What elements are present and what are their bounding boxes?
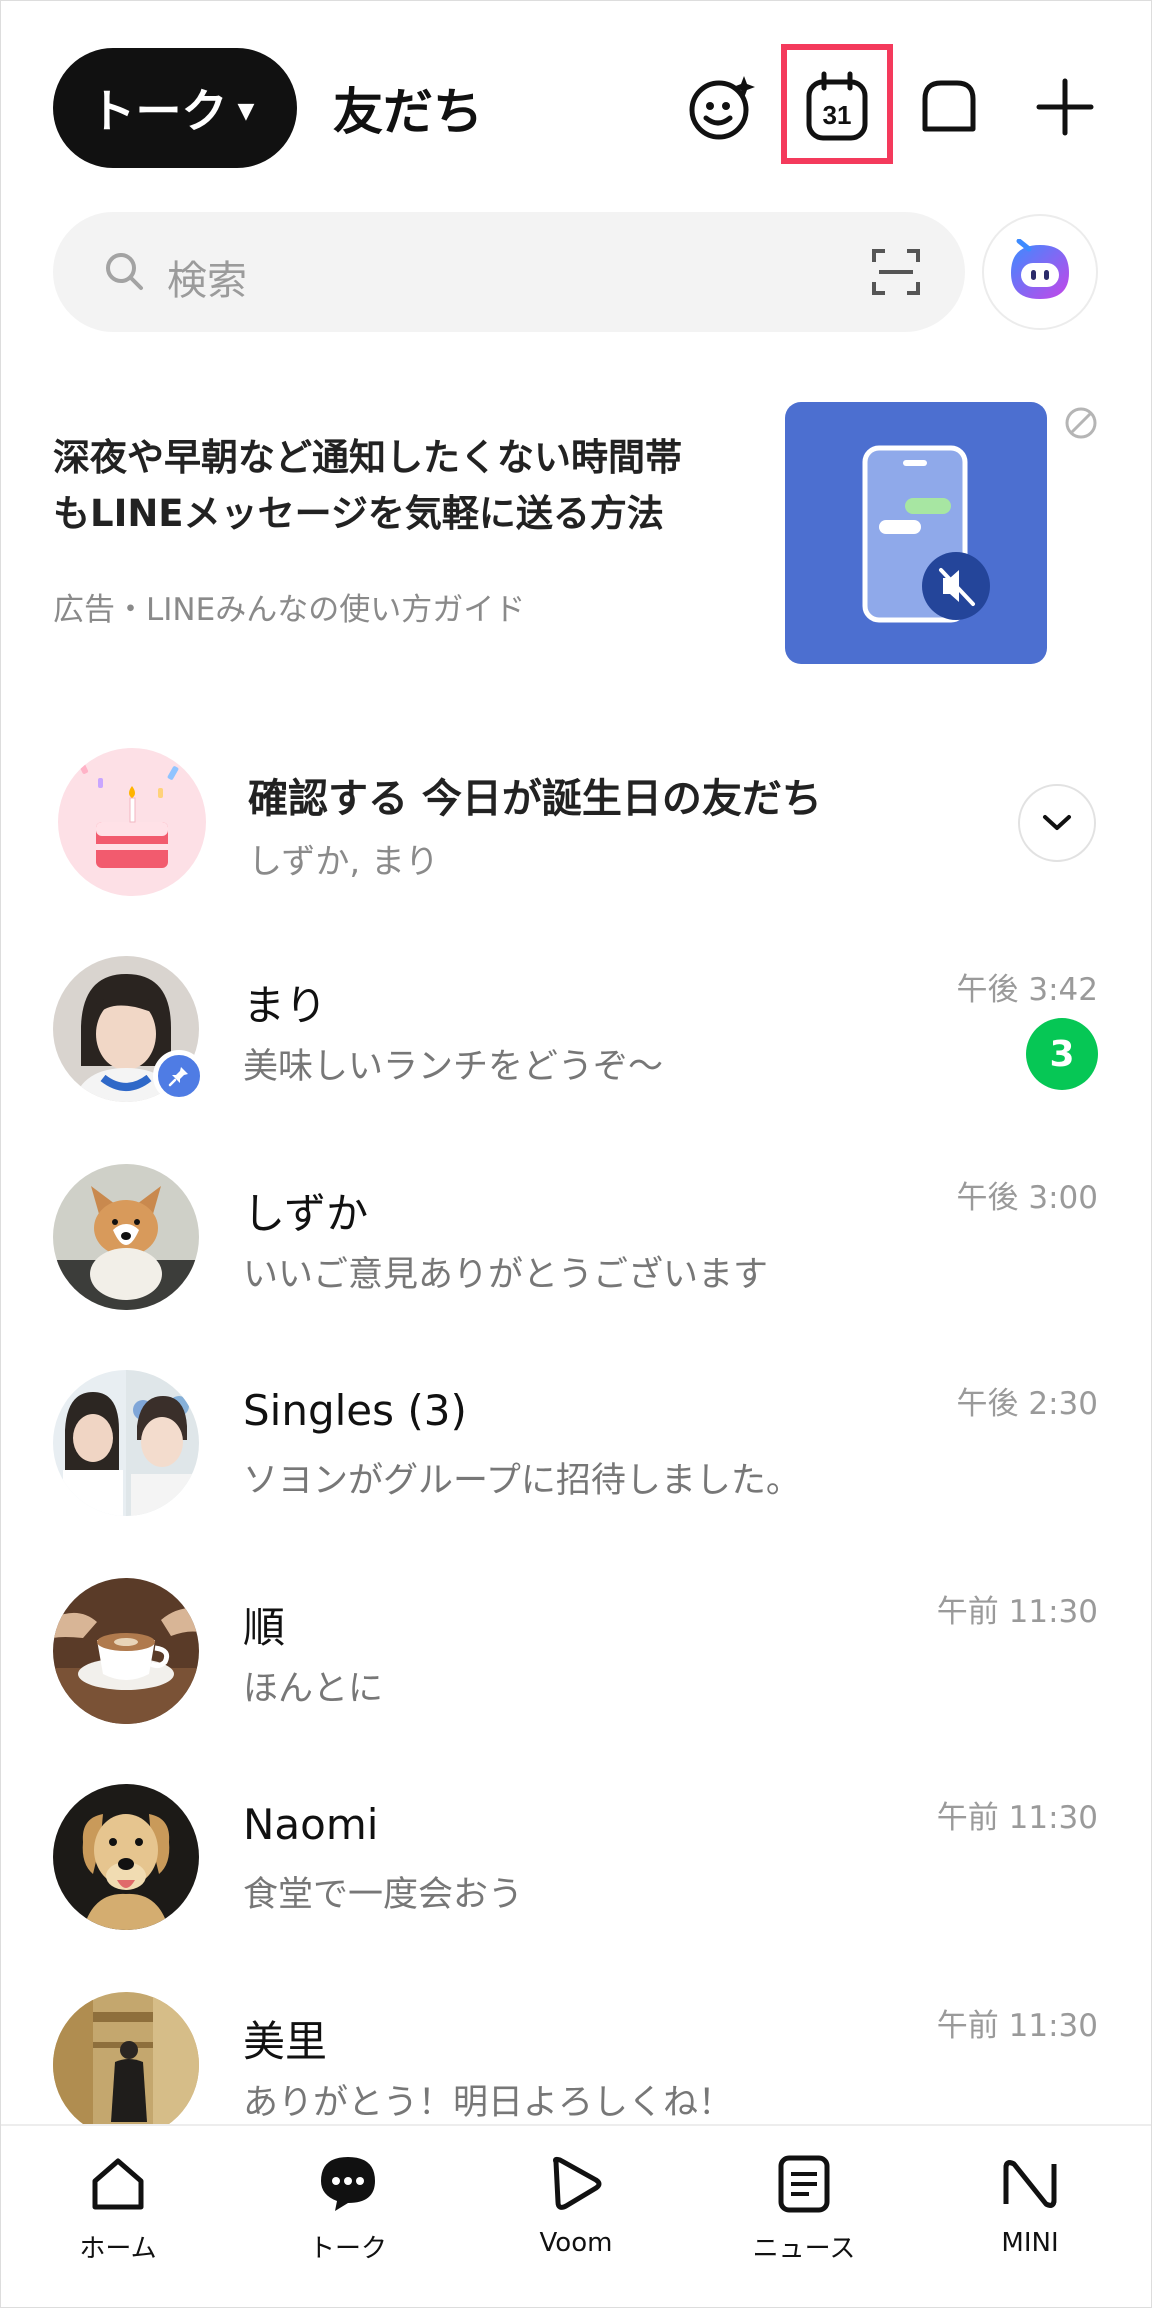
chat-bubble-icon bbox=[316, 2152, 380, 2216]
chat-preview: ほんとに bbox=[243, 1669, 384, 1709]
talk-tab-label: トーク bbox=[89, 84, 228, 138]
chat-name: 順 bbox=[243, 1603, 286, 1652]
muted-phone-illustration bbox=[862, 445, 990, 623]
friends-tab[interactable]: 友だち bbox=[333, 72, 483, 144]
birthday-expand-button[interactable] bbox=[1018, 784, 1096, 862]
pin-icon bbox=[153, 1050, 205, 1102]
chat-name: Singles (3) bbox=[243, 1386, 467, 1435]
chat-preview: 美味しいランチをどうぞ〜 bbox=[243, 1047, 664, 1087]
mini-icon bbox=[998, 2152, 1062, 2216]
nav-label: ホーム bbox=[79, 2234, 157, 2264]
nav-news[interactable]: ニュース bbox=[724, 2152, 884, 2282]
chat-time: 午後 3:42 bbox=[956, 972, 1098, 1008]
chat-time: 午前 11:30 bbox=[936, 1594, 1098, 1630]
nav-mini[interactable]: MINI bbox=[950, 2152, 1110, 2282]
new-chat-icon[interactable] bbox=[904, 62, 994, 152]
avatar bbox=[53, 1992, 199, 2138]
chat-preview: ソヨンがグループに招待しました。 bbox=[243, 1461, 801, 1501]
birthday-names: しずか, まり bbox=[248, 842, 439, 882]
home-icon bbox=[86, 2152, 150, 2216]
avatar bbox=[53, 1370, 199, 1516]
nav-label: Voom bbox=[539, 2228, 613, 2258]
chat-name: Naomi bbox=[243, 1800, 379, 1849]
chat-name: 美里 bbox=[243, 2017, 328, 2066]
chat-time: 午前 11:30 bbox=[936, 2008, 1098, 2044]
ad-hide-icon[interactable] bbox=[1064, 406, 1098, 440]
nav-home[interactable]: ホーム bbox=[38, 2152, 198, 2282]
add-icon[interactable] bbox=[1020, 62, 1110, 152]
search-icon bbox=[106, 253, 143, 290]
chat-preview: 食堂で一度会おう bbox=[243, 1875, 524, 1915]
chevron-down-icon bbox=[1043, 815, 1071, 830]
search-input[interactable]: 検索 bbox=[167, 248, 247, 306]
chat-name: まり bbox=[243, 981, 328, 1030]
nav-label: MINI bbox=[1001, 2228, 1059, 2258]
nav-label: ニュース bbox=[752, 2234, 856, 2264]
birthday-cake-avatar bbox=[58, 748, 206, 896]
chat-preview: いいご意見ありがとうございます bbox=[243, 1255, 769, 1295]
qr-scan-icon[interactable] bbox=[871, 248, 921, 296]
avatar bbox=[53, 1784, 199, 1930]
avatar bbox=[53, 1578, 199, 1724]
chat-row-naomi[interactable]: Naomi 食堂で一度会おう 午前 11:30 bbox=[0, 1784, 1152, 1984]
nav-talk[interactable]: トーク bbox=[268, 2152, 428, 2282]
birthday-title[interactable]: 確認する 今日が誕生日の友だち bbox=[248, 766, 822, 824]
search-bar[interactable]: 検索 bbox=[53, 212, 965, 332]
chat-row-jun[interactable]: 順 ほんとに 午前 11:30 bbox=[0, 1578, 1152, 1778]
ad-image[interactable] bbox=[785, 402, 1047, 664]
caret-down-icon: ▼ bbox=[237, 98, 255, 124]
chat-row-singles[interactable]: Singles (3) ソヨンがグループに招待しました。 午後 2:30 bbox=[0, 1370, 1152, 1570]
chat-time: 午後 2:30 bbox=[956, 1386, 1098, 1422]
bottom-navigation: ホーム トーク Voom ニュース MINI bbox=[0, 2124, 1152, 2310]
chat-preview: ありがとう！明日よろしくね！ bbox=[243, 2083, 734, 2123]
chat-time: 午前 11:30 bbox=[936, 1800, 1098, 1836]
chat-time: 午後 3:00 bbox=[956, 1180, 1098, 1216]
avatar bbox=[53, 1164, 199, 1310]
chat-name: しずか bbox=[243, 1189, 369, 1238]
news-icon bbox=[772, 2152, 836, 2216]
chat-row-shizuka[interactable]: しずか いいご意見ありがとうございます 午後 3:00 bbox=[0, 1164, 1152, 1364]
nav-voom[interactable]: Voom bbox=[496, 2152, 656, 2282]
voom-icon bbox=[544, 2152, 608, 2216]
ai-bot-icon bbox=[1011, 239, 1069, 299]
ad-sponsor-label: 広告・LINEみんなの使い方ガイド bbox=[53, 592, 526, 628]
nav-label: トーク bbox=[308, 2234, 387, 2264]
ad-title[interactable]: 深夜や早朝など通知したくない時間帯 もLINEメッセージを気軽に送る方法 bbox=[53, 430, 753, 542]
sticker-sparkle-icon[interactable] bbox=[678, 62, 768, 152]
ai-assistant-button[interactable] bbox=[982, 214, 1098, 330]
unread-badge: 3 bbox=[1026, 1018, 1098, 1090]
talk-tab-dropdown[interactable]: トーク ▼ bbox=[53, 48, 297, 168]
highlight-frame bbox=[781, 44, 893, 164]
